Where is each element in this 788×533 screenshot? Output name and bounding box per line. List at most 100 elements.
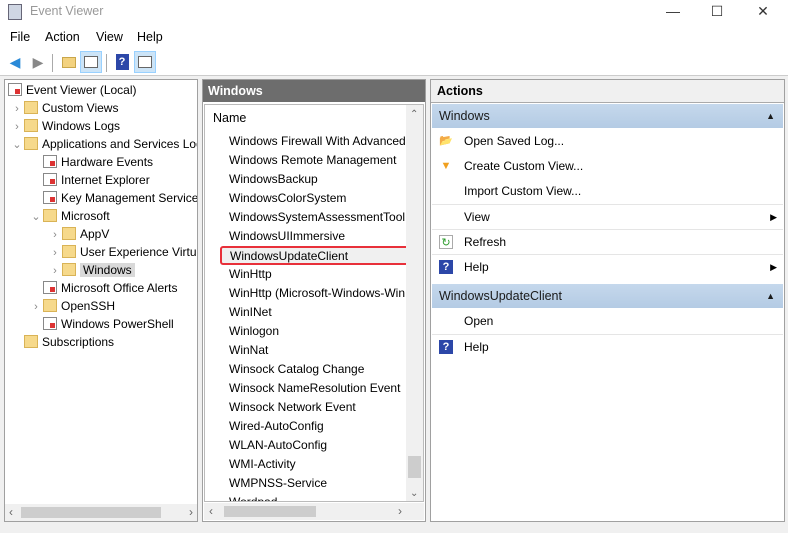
app-icon bbox=[8, 4, 22, 20]
chevron-icon[interactable]: ⌄ bbox=[29, 208, 43, 226]
log-icon bbox=[43, 281, 57, 294]
action-item[interactable]: Import Custom View... bbox=[432, 179, 783, 203]
scroll-left-icon[interactable]: ‹ bbox=[209, 504, 213, 518]
chevron-icon[interactable]: › bbox=[48, 226, 62, 244]
menu-view[interactable]: View bbox=[96, 30, 123, 44]
chevron-icon[interactable]: › bbox=[29, 298, 43, 316]
tree-item-label: Microsoft bbox=[61, 209, 110, 223]
list-item[interactable]: Wordpad bbox=[229, 493, 277, 501]
scrollbar-thumb[interactable] bbox=[408, 456, 421, 478]
up-folder-icon[interactable] bbox=[58, 51, 80, 73]
scroll-right-icon[interactable]: › bbox=[189, 505, 193, 519]
toolbar-divider bbox=[106, 54, 107, 72]
list-item[interactable]: Windows Firewall With Advanced Security bbox=[229, 132, 423, 151]
action-pane-icon[interactable] bbox=[134, 51, 156, 73]
list-item[interactable]: WMPNSS-Service bbox=[229, 474, 327, 493]
collapse-icon[interactable]: ▲ bbox=[766, 284, 775, 308]
back-arrow-icon[interactable]: ◀ bbox=[4, 51, 26, 73]
list-item[interactable]: WinHttp (Microsoft-Windows-WinINet-Confi… bbox=[229, 284, 423, 303]
tree-item-label: Microsoft Office Alerts bbox=[61, 281, 178, 295]
tree-item-root[interactable]: Event Viewer (Local) bbox=[8, 81, 137, 99]
list-item[interactable]: WinNat bbox=[229, 341, 268, 360]
tree-item[interactable]: Windows PowerShell bbox=[29, 315, 174, 333]
log-icon bbox=[43, 317, 57, 330]
tree-item[interactable]: › User Experience Virtualization bbox=[48, 243, 197, 262]
menu-help[interactable]: Help bbox=[137, 30, 163, 44]
chevron-icon[interactable]: › bbox=[10, 118, 24, 136]
action-item[interactable]: View ▶ bbox=[432, 204, 783, 228]
list-item[interactable]: Windows Remote Management bbox=[229, 151, 396, 170]
list-item[interactable]: Winsock Network Event bbox=[229, 398, 356, 417]
list-item[interactable]: WMI-Activity bbox=[229, 455, 296, 474]
action-item[interactable]: ? Help bbox=[432, 334, 783, 358]
scroll-up-icon[interactable]: ⌃ bbox=[410, 109, 418, 120]
tree-item-label: Event Viewer (Local) bbox=[26, 83, 137, 97]
horizontal-scrollbar[interactable]: ‹ › bbox=[204, 503, 424, 520]
action-item[interactable]: Open bbox=[432, 309, 783, 333]
list-item[interactable]: WinHttp bbox=[229, 265, 272, 284]
chevron-icon[interactable]: › bbox=[10, 100, 24, 118]
action-label: View bbox=[464, 210, 490, 224]
tree-item[interactable]: Internet Explorer bbox=[29, 171, 150, 189]
chevron-icon[interactable]: › bbox=[48, 262, 62, 280]
list-item[interactable]: WLAN-AutoConfig bbox=[229, 436, 327, 455]
scroll-down-icon[interactable]: ⌄ bbox=[410, 488, 418, 499]
collapse-icon[interactable]: ▲ bbox=[766, 104, 775, 128]
minimize-button[interactable]: — bbox=[650, 0, 696, 24]
column-header-name[interactable]: Name bbox=[213, 111, 246, 125]
list-item[interactable]: Winlogon bbox=[229, 322, 279, 341]
list-item[interactable]: WindowsColorSystem bbox=[229, 189, 346, 208]
refresh-icon: ↻ bbox=[439, 235, 453, 249]
list-item[interactable]: Winsock Catalog Change bbox=[229, 360, 364, 379]
action-item[interactable]: ? Help ▶ bbox=[432, 254, 783, 278]
vertical-scrollbar[interactable]: ⌃ ⌄ bbox=[406, 105, 423, 501]
list-item[interactable]: WinINet bbox=[229, 303, 272, 322]
help-icon: ? bbox=[439, 340, 453, 354]
menu-action[interactable]: Action bbox=[45, 30, 80, 44]
tree-item[interactable]: › OpenSSH bbox=[29, 297, 115, 315]
submenu-arrow-icon: ▶ bbox=[770, 212, 777, 222]
tree-item[interactable]: Key Management Service bbox=[29, 189, 197, 207]
close-button[interactable]: ✕ bbox=[740, 0, 786, 24]
tree-item[interactable]: ⌄ Microsoft bbox=[29, 207, 110, 225]
scroll-right-icon[interactable]: › bbox=[398, 504, 402, 518]
tree-item[interactable]: Subscriptions bbox=[10, 333, 114, 351]
help-icon: ? bbox=[439, 260, 453, 274]
filter-icon: ▼ bbox=[440, 160, 452, 172]
chevron-icon[interactable]: ⌄ bbox=[10, 136, 24, 154]
action-item[interactable]: ▼ Create Custom View... bbox=[432, 154, 783, 178]
list-item[interactable]: WindowsSystemAssessmentTool bbox=[229, 208, 405, 227]
chevron-icon[interactable]: › bbox=[48, 244, 62, 262]
help-icon[interactable]: ? bbox=[111, 51, 133, 73]
folder-icon bbox=[62, 245, 76, 258]
forward-arrow-icon[interactable]: ▶ bbox=[27, 51, 49, 73]
menu-file[interactable]: File bbox=[10, 30, 30, 44]
tree-item[interactable]: › AppV bbox=[48, 225, 109, 243]
maximize-button[interactable]: ☐ bbox=[694, 0, 740, 24]
actions-section-header[interactable]: Windows ▲ bbox=[432, 104, 783, 128]
list-item[interactable]: WindowsBackup bbox=[229, 170, 318, 189]
tree-item[interactable]: ⌄ Applications and Services Logs bbox=[10, 135, 198, 154]
console-tree-icon[interactable] bbox=[80, 51, 102, 73]
log-icon bbox=[43, 155, 57, 168]
folder-icon bbox=[62, 227, 76, 240]
actions-section-header[interactable]: WindowsUpdateClient ▲ bbox=[432, 284, 783, 308]
list-item[interactable]: Wired-AutoConfig bbox=[229, 417, 324, 436]
action-item[interactable]: 📂 Open Saved Log... bbox=[432, 129, 783, 153]
tree-item[interactable]: Hardware Events bbox=[29, 153, 153, 171]
scrollbar-thumb[interactable] bbox=[224, 506, 316, 517]
list-item[interactable]: Winsock NameResolution Event bbox=[229, 379, 400, 398]
horizontal-scrollbar[interactable]: ‹ › bbox=[5, 504, 197, 521]
list-item-selected[interactable]: WindowsUpdateClient bbox=[220, 246, 412, 265]
toolbar-divider bbox=[52, 54, 53, 72]
list-item[interactable]: WindowsUIImmersive bbox=[229, 227, 345, 246]
tree-item-label: Applications and Services Logs bbox=[42, 137, 198, 151]
tree-item[interactable]: › Windows Logs bbox=[10, 117, 120, 135]
tree-item[interactable]: › Custom Views bbox=[10, 99, 118, 117]
action-item[interactable]: ↻ Refresh bbox=[432, 229, 783, 253]
folder-icon bbox=[24, 101, 38, 114]
scrollbar-thumb[interactable] bbox=[21, 507, 161, 518]
tree-item[interactable]: › Windows bbox=[48, 261, 135, 279]
scroll-left-icon[interactable]: ‹ bbox=[9, 505, 13, 519]
tree-item[interactable]: Microsoft Office Alerts bbox=[29, 279, 177, 297]
